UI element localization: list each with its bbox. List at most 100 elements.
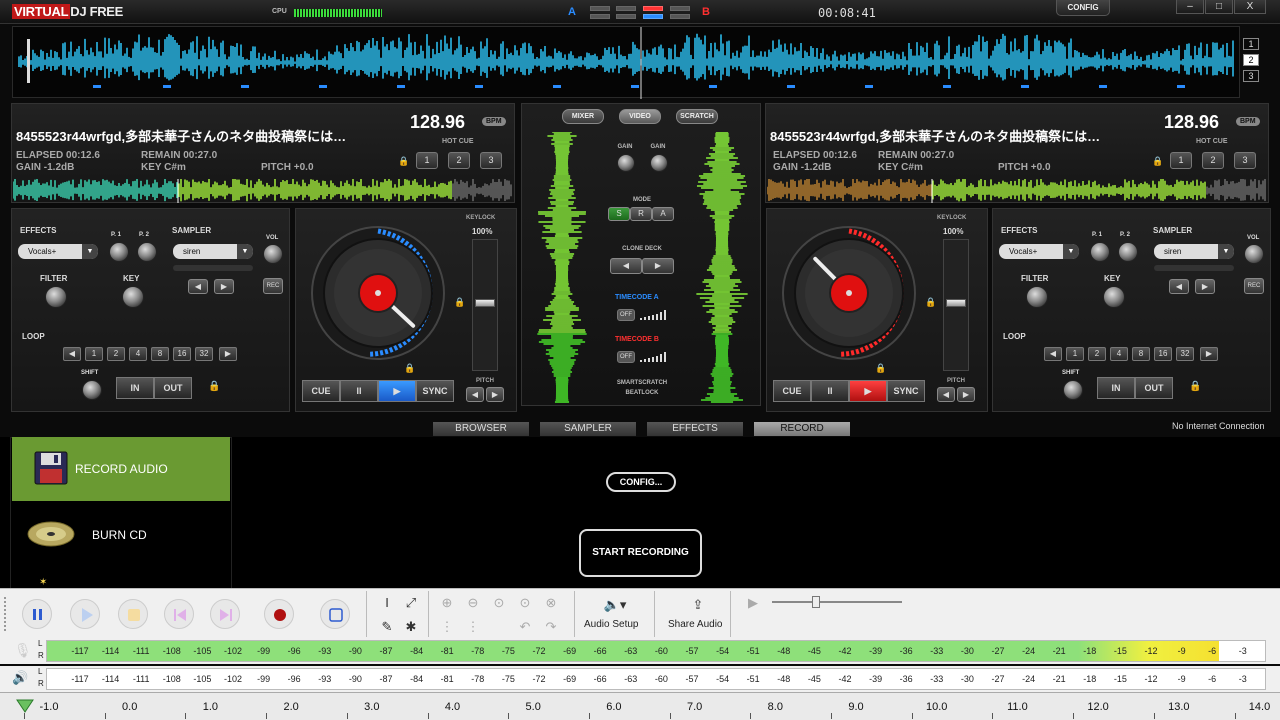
loop-in-button[interactable]: IN — [116, 377, 154, 399]
play-button[interactable]: ▶ — [849, 380, 887, 402]
undo-icon[interactable]: ↶ — [514, 617, 536, 637]
multi-tool-icon[interactable]: ✱ — [400, 617, 422, 637]
sampler-next-button[interactable]: ▶ — [1195, 279, 1215, 294]
zoom-in-icon[interactable]: ⊕ — [436, 593, 458, 613]
loop-8-button[interactable]: 8 — [1132, 347, 1150, 361]
filter-knob[interactable] — [1026, 286, 1048, 308]
pitch-fader-handle[interactable] — [946, 299, 966, 307]
sampler-next-button[interactable]: ▶ — [214, 279, 234, 294]
effect-p2-knob[interactable] — [137, 242, 157, 262]
effect-select[interactable]: Vocals+ ▼ — [999, 244, 1079, 259]
audio-setup-label[interactable]: Audio Setup — [584, 619, 639, 630]
filter-knob[interactable] — [45, 286, 67, 308]
loop-8-button[interactable]: 8 — [151, 347, 169, 361]
zoom-toggle-icon[interactable]: ⊗ — [540, 593, 562, 613]
draw-tool-icon[interactable]: ✎ — [376, 617, 398, 637]
loop-16-button[interactable]: 16 — [173, 347, 191, 361]
tab-video[interactable]: VIDEO — [619, 109, 661, 124]
mode-s-button[interactable]: S — [608, 207, 630, 221]
deck-left-waveform[interactable] — [13, 179, 513, 203]
loop-next-button[interactable]: ▶ — [1200, 347, 1218, 361]
selection-tool-icon[interactable]: I — [376, 593, 398, 613]
loop-32-button[interactable]: 32 — [195, 347, 213, 361]
minimize-button[interactable]: – — [1176, 0, 1204, 14]
timeline-ruler[interactable]: -1.0 0.0 1.0 2.0 3.0 4.0 5.0 6.0 7.0 8.0 9.0 10.0 11… — [0, 692, 1280, 720]
hotcue-2-button[interactable]: 2 — [1202, 152, 1224, 169]
effect-p1-knob[interactable] — [109, 242, 129, 262]
tab-sampler[interactable]: SAMPLER — [540, 422, 636, 436]
microphone-icon[interactable]: 🎙 — [14, 642, 32, 659]
key-knob[interactable] — [122, 286, 144, 308]
pitch-down-button[interactable]: ◀ — [466, 387, 484, 402]
loop-2-button[interactable]: 2 — [107, 347, 125, 361]
clone-left-button[interactable]: ◀ — [610, 258, 642, 274]
sampler-rec-button[interactable]: REC — [1244, 278, 1264, 294]
loop-button[interactable] — [320, 599, 350, 629]
tab-mixer[interactable]: MIXER — [562, 109, 604, 124]
loop-32-button[interactable]: 32 — [1176, 347, 1194, 361]
overview-deck-1[interactable]: 1 — [1243, 38, 1259, 50]
sync-button[interactable]: SYNC — [416, 380, 454, 402]
pitch-up-button[interactable]: ▶ — [486, 387, 504, 402]
key-knob[interactable] — [1103, 286, 1125, 308]
loop-out-button[interactable]: OUT — [154, 377, 192, 399]
skip-start-button[interactable] — [164, 599, 194, 629]
play-button[interactable] — [70, 599, 100, 629]
skip-end-button[interactable] — [210, 599, 240, 629]
zoom-out-icon[interactable]: ⊖ — [462, 593, 484, 613]
fit-project-icon[interactable]: ⊙ — [514, 593, 536, 613]
record-button[interactable] — [264, 599, 294, 629]
sampler-rec-button[interactable]: REC — [263, 278, 283, 294]
clone-right-button[interactable]: ▶ — [642, 258, 674, 274]
gain-left-knob[interactable] — [617, 154, 635, 172]
pitch-down-button[interactable]: ◀ — [937, 387, 955, 402]
play-button[interactable]: ▶ — [378, 380, 416, 402]
jog-wheel-right[interactable] — [779, 223, 919, 363]
config-button[interactable]: CONFIG — [1056, 0, 1110, 16]
pause-button[interactable]: II — [811, 380, 849, 402]
pause-button[interactable]: II — [340, 380, 378, 402]
loop-1-button[interactable]: 1 — [1066, 347, 1084, 361]
sampler-select[interactable]: siren ▼ — [1154, 244, 1234, 259]
speaker-icon[interactable]: 🔊 — [12, 670, 28, 686]
sync-button[interactable]: SYNC — [887, 380, 925, 402]
hotcue-3-button[interactable]: 3 — [480, 152, 502, 169]
loop-4-button[interactable]: 4 — [1110, 347, 1128, 361]
timecode-a-off-button[interactable]: OFF — [617, 309, 635, 321]
loop-1-button[interactable]: 1 — [85, 347, 103, 361]
hotcue-1-button[interactable]: 1 — [416, 152, 438, 169]
hotcue-3-button[interactable]: 3 — [1234, 152, 1256, 169]
tab-scratch[interactable]: SCRATCH — [676, 109, 718, 124]
maximize-button[interactable]: □ — [1205, 0, 1233, 14]
mode-a-button[interactable]: A — [652, 207, 674, 221]
record-audio-item[interactable]: RECORD AUDIO — [12, 437, 230, 501]
loop-shift-knob[interactable] — [82, 380, 102, 400]
start-recording-button[interactable]: START RECORDING — [579, 529, 702, 577]
record-config-button[interactable]: CONFIG... — [606, 472, 676, 492]
loop-4-button[interactable]: 4 — [129, 347, 147, 361]
trim-audio-icon[interactable]: ⋮ — [436, 617, 458, 637]
playback-speed-slider-handle[interactable] — [812, 596, 820, 608]
hotcue-1-button[interactable]: 1 — [1170, 152, 1192, 169]
overview-deck-2[interactable]: 2 — [1243, 54, 1259, 66]
speaker-icon[interactable]: 🔈▾ — [597, 595, 633, 615]
sampler-prev-button[interactable]: ◀ — [188, 279, 208, 294]
loop-next-button[interactable]: ▶ — [219, 347, 237, 361]
sampler-vol-knob[interactable] — [1244, 244, 1264, 264]
sampler-prev-button[interactable]: ◀ — [1169, 279, 1189, 294]
effect-select[interactable]: Vocals+ ▼ — [18, 244, 98, 259]
loop-shift-knob[interactable] — [1063, 380, 1083, 400]
cue-button[interactable]: CUE — [302, 380, 340, 402]
redo-icon[interactable]: ↷ — [540, 617, 562, 637]
deck-right-waveform[interactable] — [767, 179, 1267, 203]
stop-button[interactable] — [118, 599, 148, 629]
overview-deck-3[interactable]: 3 — [1243, 70, 1259, 82]
toolbar-grip[interactable] — [4, 597, 8, 631]
fit-selection-icon[interactable]: ⊙ — [488, 593, 510, 613]
share-icon[interactable]: ⇪ — [687, 595, 709, 615]
loop-prev-button[interactable]: ◀ — [1044, 347, 1062, 361]
loop-out-button[interactable]: OUT — [1135, 377, 1173, 399]
loop-prev-button[interactable]: ◀ — [63, 347, 81, 361]
gain-right-knob[interactable] — [650, 154, 668, 172]
loop-16-button[interactable]: 16 — [1154, 347, 1172, 361]
